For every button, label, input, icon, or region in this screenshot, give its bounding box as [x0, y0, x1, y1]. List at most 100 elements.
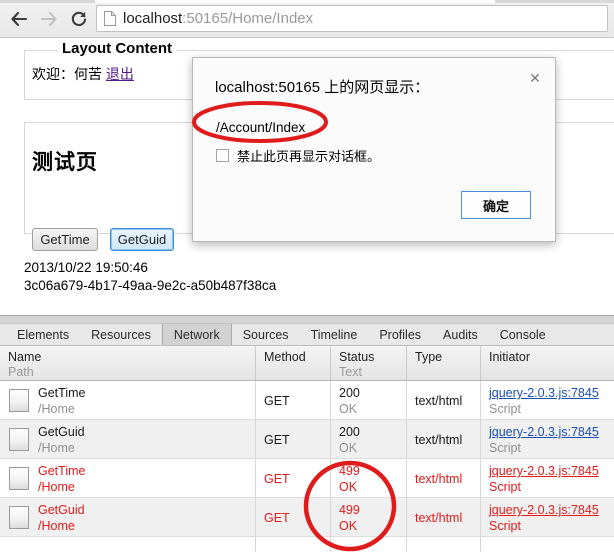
result-timestamp: 2013/10/22 19:50:46 [24, 260, 148, 275]
row-initiator-link[interactable]: jquery-2.0.3.js:7845 [489, 463, 599, 479]
row-method-cell: GET [255, 459, 330, 497]
row-method-cell: GET [255, 381, 330, 419]
column-header-status-primary: Status [339, 350, 375, 364]
devtools-splitter[interactable] [0, 315, 614, 324]
welcome-text: 欢迎：何苦 退出 [32, 64, 134, 84]
row-status: 499 [339, 464, 360, 478]
table-row[interactable]: GetTime /Home GET 499 OK text/html jquer… [0, 459, 614, 498]
row-type-cell: text/html [406, 381, 480, 419]
row-status-cell: 200 OK [330, 420, 406, 458]
network-table-header: Name Path Method Status Text Type Initia… [0, 346, 614, 381]
getguid-button[interactable]: GetGuid [110, 228, 174, 251]
reload-icon [71, 11, 87, 27]
reload-button[interactable] [66, 6, 92, 32]
row-type-cell: text/html [406, 498, 480, 536]
column-header-method[interactable]: Method [255, 346, 330, 380]
row-path: /Home [38, 402, 75, 416]
document-icon [9, 428, 29, 451]
address-bar[interactable]: localhost:50165/Home/Index [96, 5, 608, 32]
column-header-initiator[interactable]: Initiator [480, 346, 614, 380]
column-header-initiator-primary: Initiator [489, 350, 530, 364]
javascript-alert-dialog: localhost:50165 上的网页显示： ✕ /Account/Index… [192, 57, 556, 242]
document-icon [9, 389, 29, 412]
row-initiator-link[interactable]: jquery-2.0.3.js:7845 [489, 385, 599, 401]
forward-arrow-icon [40, 11, 57, 27]
row-path: /Home [38, 480, 75, 494]
row-status: 499 [339, 503, 360, 517]
row-method: GET [264, 433, 290, 447]
row-status-cell: 200 OK [330, 381, 406, 419]
row-path: /Home [38, 519, 75, 533]
row-type: text/html [415, 472, 463, 486]
row-status-cell: 499 OK [330, 459, 406, 497]
row-status: 200 [339, 425, 360, 439]
table-row[interactable]: GetGuid /Home GET 200 OK text/html jquer… [0, 420, 614, 459]
suppress-dialog-checkbox[interactable] [216, 149, 229, 162]
suppress-dialog-row[interactable]: 禁止此页再显示对话框。 [216, 146, 380, 165]
close-icon[interactable]: ✕ [525, 68, 545, 88]
devtools-panel: Elements Resources Network Sources Timel… [0, 315, 614, 552]
table-row[interactable]: GetGuid /Home GET 499 OK text/html jquer… [0, 498, 614, 537]
row-status-cell [330, 537, 406, 552]
dialog-message: /Account/Index [216, 120, 306, 135]
row-status: 200 [339, 386, 360, 400]
dialog-title: localhost:50165 上的网页显示： [215, 79, 430, 96]
tab-strip [0, 0, 614, 3]
url-path: :50165/Home/Index [182, 10, 314, 27]
column-header-name[interactable]: Name Path [0, 346, 255, 380]
tab-console[interactable]: Console [489, 324, 557, 345]
column-header-name-primary: Name [8, 350, 42, 364]
row-name-cell [0, 537, 255, 552]
forward-button[interactable] [36, 6, 62, 32]
tab-resources[interactable]: Resources [80, 324, 162, 345]
row-status-text: OK [339, 441, 358, 455]
row-name: GetGuid [38, 425, 85, 439]
row-initiator-cell: jquery-2.0.3.js:7845 Script [480, 498, 614, 536]
row-name: GetGuid [38, 503, 85, 517]
row-status-cell: 499 OK [330, 498, 406, 536]
row-initiator-cell: jquery-2.0.3.js:7845 Script [480, 459, 614, 497]
tab-network[interactable]: Network [161, 324, 232, 345]
page-title: 测试页 [32, 151, 98, 174]
row-type: text/html [415, 394, 463, 408]
suppress-dialog-label: 禁止此页再显示对话框。 [237, 149, 381, 164]
welcome-label: 欢迎：何苦 [32, 66, 106, 82]
row-type-cell [406, 537, 480, 552]
column-header-status[interactable]: Status Text [330, 346, 406, 380]
row-path: /Home [38, 441, 75, 455]
table-row[interactable]: GetTime /Home GET 200 OK text/html jquer… [0, 381, 614, 420]
logout-link[interactable]: 退出 [106, 66, 134, 82]
row-method-cell: GET [255, 498, 330, 536]
row-initiator-type: Script [489, 480, 521, 494]
tab-profiles[interactable]: Profiles [368, 324, 432, 345]
document-icon [9, 506, 29, 529]
row-method: GET [264, 394, 290, 408]
tab-audits[interactable]: Audits [432, 324, 489, 345]
row-initiator-link[interactable]: jquery-2.0.3.js:7845 [489, 424, 599, 440]
row-initiator-cell: jquery-2.0.3.js:7845 Script [480, 381, 614, 419]
column-header-type-primary: Type [415, 350, 443, 364]
back-button[interactable] [6, 6, 32, 32]
tab-sources[interactable]: Sources [232, 324, 300, 345]
result-guid: 3c06a679-4b17-49aa-9e2c-a50b487f38ca [24, 278, 277, 293]
row-status-text: OK [339, 519, 358, 533]
column-header-type[interactable]: Type [406, 346, 480, 380]
column-header-status-secondary: Text [339, 365, 362, 379]
back-arrow-icon [11, 11, 28, 27]
tab-elements[interactable]: Elements [6, 324, 80, 345]
row-name-cell: GetTime /Home [0, 381, 255, 419]
row-name-cell: GetTime /Home [0, 459, 255, 497]
document-icon [9, 467, 29, 490]
row-initiator-type: Script [489, 441, 521, 455]
ok-button[interactable]: 确定 [461, 191, 531, 219]
tab-timeline[interactable]: Timeline [300, 324, 369, 345]
row-method-cell: GET [255, 420, 330, 458]
table-row[interactable] [0, 537, 614, 552]
row-method: GET [264, 472, 290, 486]
column-header-name-secondary: Path [8, 365, 34, 379]
layout-content-legend: Layout Content [57, 41, 177, 57]
row-initiator-type: Script [489, 519, 521, 533]
gettime-button[interactable]: GetTime [32, 228, 98, 251]
row-type: text/html [415, 511, 463, 525]
row-initiator-link[interactable]: jquery-2.0.3.js:7845 [489, 502, 599, 518]
